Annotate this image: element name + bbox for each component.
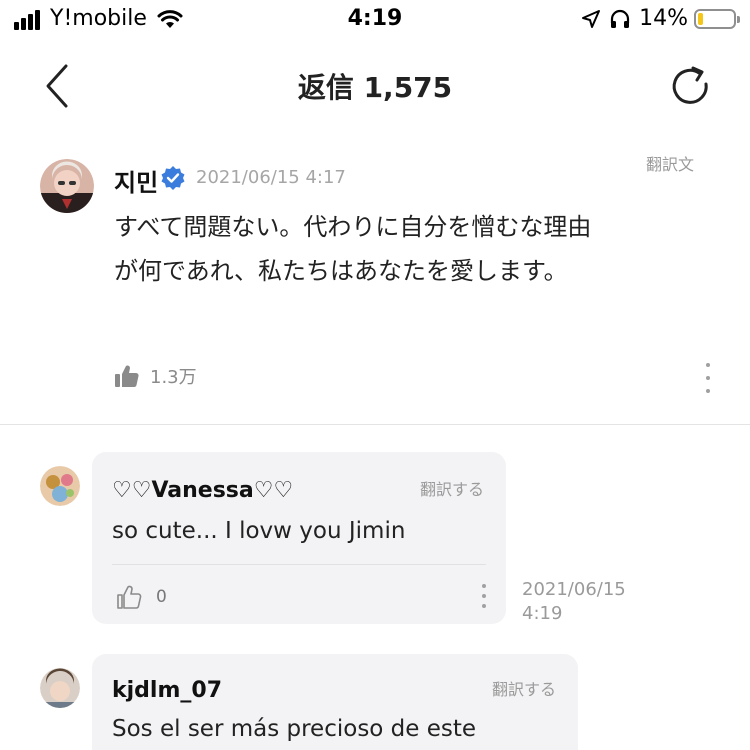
translate-button[interactable]: 翻訳する (420, 476, 484, 500)
like-button[interactable]: 1.3万 (114, 363, 197, 389)
battery-level (698, 12, 703, 25)
avatar[interactable] (40, 159, 94, 213)
like-count: 0 (156, 587, 167, 607)
header: 返信 1,575 (0, 48, 750, 124)
thumbs-up-icon (117, 585, 142, 609)
reply-timestamp: 2021/06/15 4:19 (522, 578, 626, 626)
main-post: 지민 2021/06/15 4:17 翻訳文 すべて問題ない。代わりに自分を憎む… (0, 145, 750, 425)
reply-text: Sos el ser más precioso de este (112, 716, 477, 742)
avatar[interactable] (40, 466, 80, 506)
reply-timestamp-time: 4:19 (522, 603, 563, 624)
divider (112, 564, 486, 565)
post-timestamp: 2021/06/15 4:17 (196, 167, 346, 188)
verified-badge-icon (161, 166, 185, 190)
translate-button[interactable]: 翻訳する (492, 676, 556, 700)
reply-timestamp-date: 2021/06/15 (522, 579, 626, 600)
reply-author-name[interactable]: kjdlm_07 (112, 678, 222, 703)
divider (0, 424, 750, 425)
more-options-button[interactable] (698, 363, 718, 393)
refresh-icon (672, 66, 708, 104)
reply-author-name[interactable]: ♡♡Vanessa♡♡ (112, 478, 293, 503)
location-arrow-icon (582, 9, 601, 28)
status-bar: Y!mobile 4:19 14% (0, 0, 750, 40)
page-title: 返信 1,575 (297, 71, 453, 104)
like-count: 1.3万 (150, 367, 197, 388)
post-text: すべて問題ない。代わりに自分を憎むな理由が何であれ、私たちはあなたを愛します。 (114, 213, 592, 285)
battery-icon (694, 8, 740, 29)
avatar[interactable] (40, 668, 80, 708)
reply-bubble: ♡♡Vanessa♡♡ 翻訳する so cute... I lovw you J… (92, 452, 506, 624)
reply-text: so cute... I lovw you Jimin (112, 518, 406, 544)
status-bar-right: 14% (581, 6, 740, 31)
more-options-button[interactable] (474, 584, 494, 608)
battery-percent: 14% (639, 6, 688, 31)
reply-bubble: kjdlm_07 翻訳する Sos el ser más precioso de… (92, 654, 578, 750)
headphones-icon (610, 9, 630, 28)
post-author-name[interactable]: 지민 (114, 163, 158, 198)
translate-button[interactable]: 翻訳文 (646, 151, 694, 175)
refresh-button[interactable] (666, 62, 716, 112)
thumbs-up-icon (115, 365, 139, 388)
weverse-reply-screen: Y!mobile 4:19 14% 返信 1,575 지민 2021/06/15… (0, 0, 750, 750)
like-button[interactable]: 0 (116, 584, 167, 610)
